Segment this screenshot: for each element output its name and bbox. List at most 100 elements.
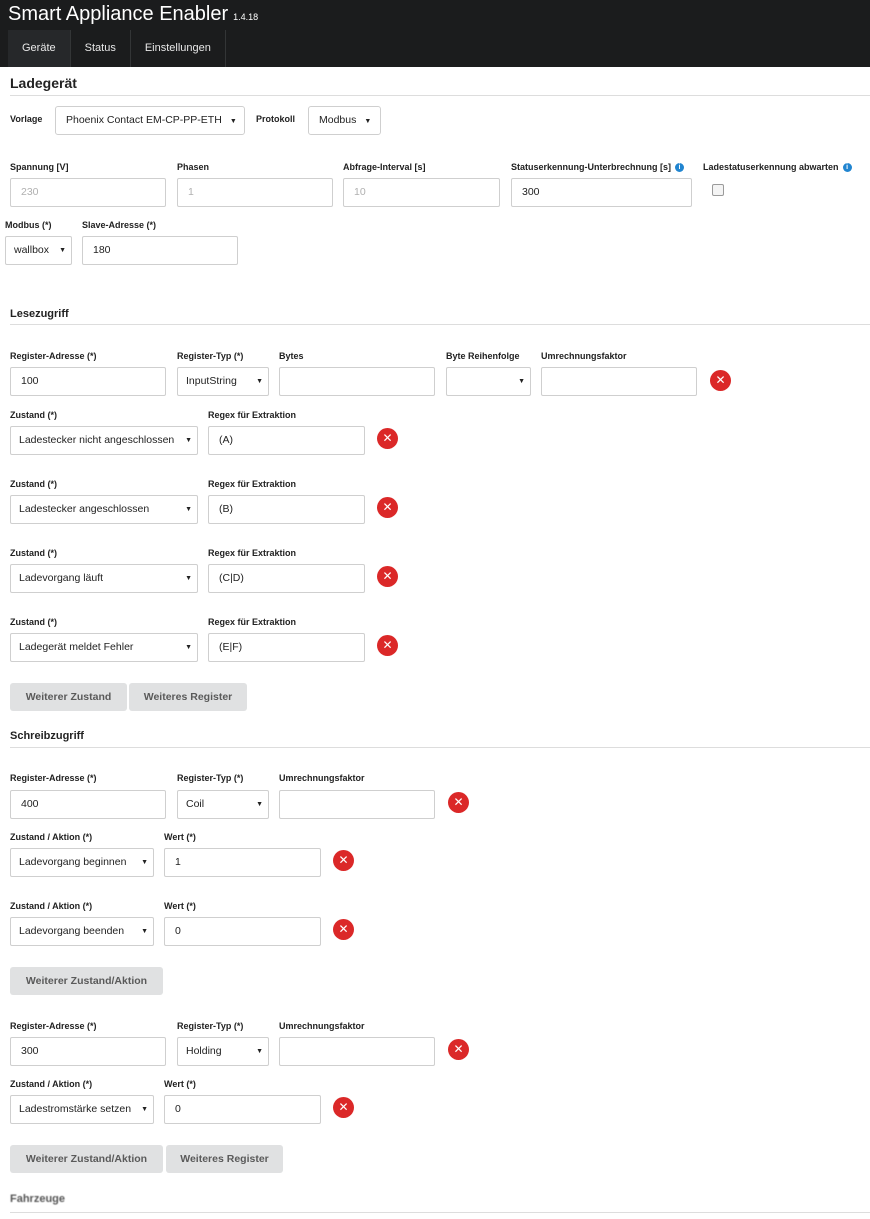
write-conversion-input[interactable] [279, 1037, 435, 1066]
byte-order-label: Byte Reihenfolge [446, 351, 520, 361]
action-select[interactable]: Ladestromstärke setzen ▼ [10, 1095, 154, 1124]
byte-order-select[interactable]: ▼ [446, 367, 531, 396]
phasen-input[interactable]: 1 [177, 178, 333, 207]
remove-circle-icon[interactable]: ✕ [448, 1039, 469, 1060]
top-bar: Smart Appliance Enabler 1.4.18 Geräte Sta… [0, 0, 870, 67]
nav-item-einstellungen[interactable]: Einstellungen [131, 30, 226, 67]
action-value: Ladestromstärke setzen [19, 1103, 132, 1115]
bytes-label: Bytes [279, 351, 304, 361]
vorlage-value: Phoenix Contact EM-CP-PP-ETH [66, 114, 222, 126]
write-register-address-input[interactable]: 400 [10, 790, 166, 819]
modbus-select[interactable]: wallbox ▼ [5, 236, 72, 265]
action-select[interactable]: Ladevorgang beginnen ▼ [10, 848, 154, 877]
remove-circle-icon[interactable]: ✕ [377, 635, 398, 656]
spannung-label: Spannung [V] [10, 162, 69, 172]
read-register-type-select[interactable]: InputString ▼ [177, 367, 269, 396]
spannung-input[interactable]: 230 [10, 178, 166, 207]
action-select[interactable]: Ladevorgang beenden ▼ [10, 917, 154, 946]
read-conversion-label: Umrechnungsfaktor [541, 351, 627, 361]
value-input[interactable]: 0 [164, 1095, 321, 1124]
state-select[interactable]: Ladegerät meldet Fehler ▼ [10, 633, 198, 662]
abfrage-input[interactable]: 10 [343, 178, 500, 207]
info-circle-icon[interactable]: i [675, 163, 685, 173]
caret-down-icon: ▼ [141, 928, 148, 935]
fahrzeuge-divider [10, 1212, 870, 1213]
remove-circle-icon[interactable]: ✕ [377, 428, 398, 449]
info-circle-icon[interactable]: i [842, 163, 852, 173]
value-input[interactable]: 0 [164, 917, 321, 946]
modbus-value: wallbox [14, 244, 50, 256]
slave-label: Slave-Adresse (*) [82, 220, 157, 230]
remove-circle-icon[interactable]: ✕ [333, 1097, 354, 1118]
write-conversion-input[interactable] [279, 790, 435, 819]
add-write-register-button[interactable]: Weiteres Register [166, 1145, 283, 1173]
remove-circle-icon[interactable]: ✕ [448, 792, 469, 813]
remove-circle-icon[interactable]: ✕ [710, 370, 731, 391]
ladestatus-checkbox[interactable] [712, 184, 724, 196]
add-state-button[interactable]: Weiterer Zustand [10, 683, 127, 711]
abfrage-label: Abfrage-Interval [s] [343, 162, 426, 172]
action-label: Zustand / Aktion (*) [10, 832, 93, 842]
state-value: Ladestecker angeschlossen [19, 503, 150, 515]
title-divider [10, 95, 870, 96]
caret-down-icon: ▼ [229, 118, 237, 125]
state-select[interactable]: Ladestecker angeschlossen ▼ [10, 495, 198, 524]
regex-input[interactable]: (E|F) [208, 633, 365, 662]
slave-input[interactable]: 180 [82, 236, 238, 265]
protokoll-label: Protokoll [256, 114, 296, 124]
protokoll-dropdown[interactable]: Modbus ▼ [308, 106, 381, 135]
lesezugriff-title: Lesezugriff [10, 308, 69, 320]
add-action-button[interactable]: Weiterer Zustand/Aktion [10, 1145, 163, 1173]
caret-down-icon: ▼ [256, 801, 263, 808]
write-register-address-input[interactable]: 300 [10, 1037, 166, 1066]
write-register-type-select[interactable]: Holding ▼ [177, 1037, 269, 1066]
app-version: 1.4.18 [233, 12, 259, 22]
add-read-register-button[interactable]: Weiteres Register [129, 683, 247, 711]
caret-down-icon: ▼ [185, 644, 192, 651]
read-register-address-label: Register-Adresse (*) [10, 351, 97, 361]
action-value: Ladevorgang beginnen [19, 856, 127, 868]
lesezugriff-divider [10, 324, 870, 325]
write-register-type-label: Register-Typ (*) [177, 1021, 244, 1031]
regex-label: Regex für Extraktion [208, 479, 297, 489]
caret-down-icon: ▼ [185, 575, 192, 582]
write-register-address-label: Register-Adresse (*) [10, 773, 97, 783]
remove-circle-icon[interactable]: ✕ [377, 497, 398, 518]
write-register-type-label: Register-Typ (*) [177, 773, 244, 783]
caret-down-icon: ▼ [256, 1048, 263, 1055]
statuserkennung-input[interactable]: 300 [511, 178, 692, 207]
add-action-button[interactable]: Weiterer Zustand/Aktion [10, 967, 163, 995]
app-brand: Smart Appliance Enabler 1.4.18 [8, 3, 258, 26]
caret-down-icon: ▼ [59, 247, 66, 254]
remove-circle-icon[interactable]: ✕ [333, 850, 354, 871]
regex-input[interactable]: (B) [208, 495, 365, 524]
ladestatus-label: Ladestatuserkennung abwarten i [703, 162, 852, 173]
state-label: Zustand (*) [10, 548, 57, 558]
regex-input[interactable]: (A) [208, 426, 365, 455]
bytes-input[interactable] [279, 367, 435, 396]
action-label: Zustand / Aktion (*) [10, 1079, 93, 1089]
caret-down-icon: ▼ [364, 118, 372, 125]
state-label: Zustand (*) [10, 410, 57, 420]
regex-input[interactable]: (C|D) [208, 564, 365, 593]
write-register-type-select[interactable]: Coil ▼ [177, 790, 269, 819]
state-select[interactable]: Ladestecker nicht angeschlossen ▼ [10, 426, 198, 455]
remove-circle-icon[interactable]: ✕ [377, 566, 398, 587]
state-select[interactable]: Ladevorgang läuft ▼ [10, 564, 198, 593]
caret-down-icon: ▼ [185, 506, 192, 513]
action-label: Zustand / Aktion (*) [10, 901, 93, 911]
statuserkennung-label-text: Statuserkennung-Unterbrechnung [s] [511, 162, 672, 172]
read-conversion-input[interactable] [541, 367, 697, 396]
write-register-type-value: Holding [186, 1045, 222, 1057]
state-value: Ladegerät meldet Fehler [19, 641, 134, 653]
nav-item-geraete[interactable]: Geräte [8, 30, 71, 67]
remove-circle-icon[interactable]: ✕ [333, 919, 354, 940]
nav-item-status[interactable]: Status [71, 30, 131, 67]
schreibzugriff-divider [10, 747, 870, 748]
read-register-address-input[interactable]: 100 [10, 367, 166, 396]
value-input[interactable]: 1 [164, 848, 321, 877]
schreibzugriff-title: Schreibzugriff [10, 730, 84, 742]
statuserkennung-label: Statuserkennung-Unterbrechnung [s] i [511, 162, 685, 173]
fahrzeuge-title: Fahrzeuge [10, 1193, 66, 1205]
vorlage-dropdown[interactable]: Phoenix Contact EM-CP-PP-ETH ▼ [55, 106, 245, 135]
